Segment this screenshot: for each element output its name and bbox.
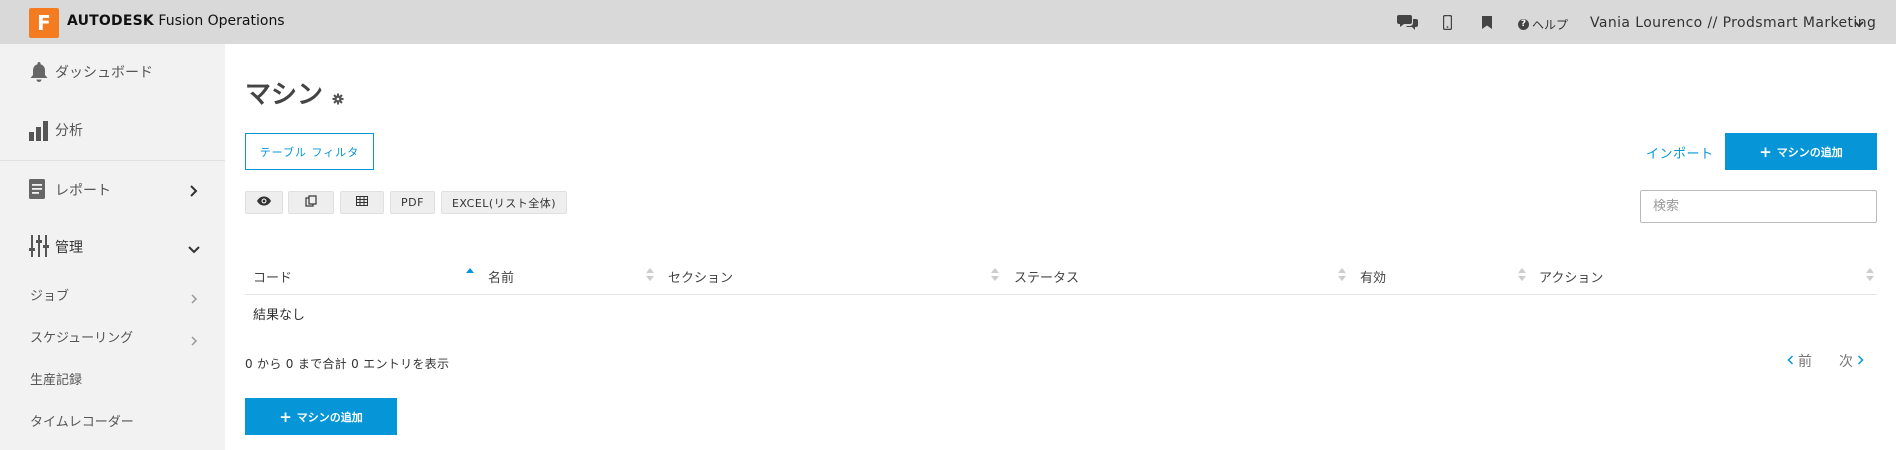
bookmark-icon[interactable] [1480, 12, 1494, 32]
document-icon [29, 179, 47, 203]
chevron-right-icon[interactable] [190, 331, 198, 350]
column-header-actions[interactable]: アクション [1539, 267, 1603, 286]
empty-table-message: 結果なし [253, 308, 306, 323]
csv-button[interactable] [340, 191, 384, 214]
gear-icon[interactable] [332, 90, 344, 109]
logo-letter: F [37, 11, 51, 35]
search-input[interactable] [1640, 190, 1877, 223]
chevron-left-icon [1787, 353, 1794, 369]
help-label: ヘルプ [1532, 18, 1569, 32]
column-visibility-button[interactable] [245, 191, 283, 214]
sidebar-subitem-jobs[interactable]: ジョブ [30, 285, 69, 304]
bottom-add-machine-button[interactable]: + マシンの追加 [245, 398, 397, 435]
bar-chart-icon [29, 119, 49, 145]
plus-icon: + [1759, 142, 1772, 161]
user-menu[interactable]: Vania Lourenco // Prodsmart Marketing [1590, 15, 1876, 31]
pagination-previous-label: 前 [1798, 354, 1812, 370]
chevron-right-icon[interactable] [190, 289, 198, 308]
brand-product: Fusion Operations [158, 13, 285, 29]
add-machine-label: マシンの追加 [296, 410, 363, 424]
mobile-icon[interactable] [1440, 12, 1454, 32]
sidebar-item-reports[interactable]: レポート [0, 160, 225, 218]
sidebar-subitem-scheduling[interactable]: スケジューリング [30, 327, 133, 346]
plus-icon: + [279, 407, 292, 426]
chevron-right-icon [188, 182, 198, 201]
column-header-enabled[interactable]: 有効 [1360, 267, 1386, 286]
brand-bold: AUTODESK [67, 13, 154, 29]
table-header-divider [245, 294, 1877, 295]
table-icon [356, 196, 368, 209]
table-filter-button[interactable]: テーブル フィルタ [245, 133, 374, 170]
chat-icon[interactable] [1396, 12, 1420, 32]
pagination-next[interactable]: 次 [1839, 351, 1864, 371]
sort-icon[interactable] [1338, 268, 1346, 282]
sliders-icon [29, 235, 49, 261]
column-header-name[interactable]: 名前 [488, 267, 514, 286]
add-machine-button[interactable]: + マシンの追加 [1725, 133, 1877, 170]
sort-icon[interactable] [1866, 268, 1874, 282]
sort-icon[interactable] [646, 268, 654, 282]
sort-icon[interactable] [1518, 268, 1526, 282]
bell-icon [29, 61, 49, 87]
fusion-logo[interactable]: F [29, 8, 63, 42]
top-bar: F AUTODESK Fusion Operations ? ヘルプ Vania… [0, 0, 1896, 44]
sidebar-subitem-production-records[interactable]: 生産記録 [30, 369, 82, 388]
chevron-right-icon [1857, 353, 1864, 369]
sort-asc-icon[interactable] [466, 268, 474, 282]
help-icon: ? [1518, 19, 1529, 30]
copy-button[interactable] [288, 191, 334, 214]
add-machine-label: マシンの追加 [1776, 145, 1843, 159]
sidebar-item-management[interactable]: 管理 [0, 218, 225, 276]
sidebar-item-label: 管理 [55, 240, 83, 256]
chevron-down-icon[interactable] [1853, 15, 1865, 34]
eye-icon [256, 196, 272, 209]
sidebar-item-label: ダッシュボード [55, 65, 153, 81]
table-info: 0 から 0 まで合計 0 エントリを表示 [245, 357, 450, 371]
pdf-button[interactable]: PDF [390, 191, 435, 214]
import-link[interactable]: インポート [1646, 143, 1714, 162]
chevron-down-icon [188, 240, 200, 259]
help-link[interactable]: ? ヘルプ [1518, 16, 1568, 33]
pagination-previous[interactable]: 前 [1787, 351, 1812, 371]
brand-name[interactable]: AUTODESK Fusion Operations [67, 13, 285, 29]
column-header-section[interactable]: セクション [668, 267, 733, 286]
sidebar-item-analysis[interactable]: 分析 [0, 102, 225, 160]
sidebar-item-dashboard[interactable]: ダッシュボード [0, 44, 225, 102]
column-header-code[interactable]: コード [253, 267, 292, 286]
copy-icon [305, 195, 317, 210]
excel-button[interactable]: EXCEL(リスト全体) [441, 191, 567, 214]
column-header-status[interactable]: ステータス [1014, 267, 1079, 286]
sidebar-item-label: 分析 [55, 123, 83, 139]
sidebar: ダッシュボード 分析 レポート 管理 ジョブ スケジューリング 生産記録 タイム… [0, 44, 225, 450]
sort-icon[interactable] [991, 268, 999, 282]
pagination-next-label: 次 [1839, 354, 1853, 370]
page-title: マシン [245, 80, 324, 110]
sidebar-item-label: レポート [55, 183, 111, 199]
sidebar-subitem-time-recorder[interactable]: タイムレコーダー [30, 411, 134, 430]
